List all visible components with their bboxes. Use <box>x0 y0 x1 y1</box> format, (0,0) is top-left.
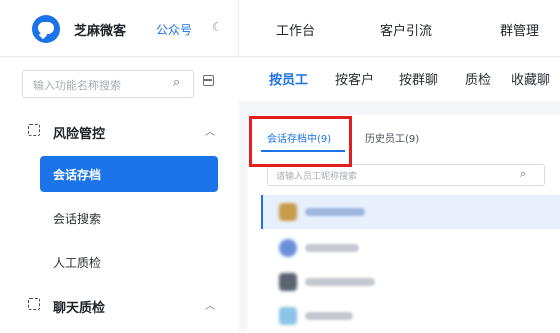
list-item[interactable] <box>261 195 560 229</box>
highlight-annotation-box <box>249 116 352 167</box>
list-item[interactable] <box>261 231 560 265</box>
layout-toggle-icon[interactable] <box>203 75 214 86</box>
sidebar-item-manual-inspection[interactable]: 人工质检 <box>40 244 218 280</box>
sidebar-item-session-archive[interactable]: 会话存档 <box>40 156 218 192</box>
top-nav-workbench[interactable]: 工作台 <box>276 20 315 39</box>
divider <box>238 0 239 56</box>
app-title: 芝麻微客 <box>74 24 127 39</box>
app-logo-icon[interactable] <box>32 15 60 43</box>
list-item[interactable] <box>261 299 560 333</box>
sidebar-item-label: 会话存档 <box>53 168 102 182</box>
sidebar-group-label: 风险管控 <box>53 127 106 142</box>
sidebar-item-label: 会话搜索 <box>53 212 102 226</box>
feature-search-placeholder: 输入功能名称搜索 <box>33 79 121 92</box>
avatar <box>279 273 297 291</box>
chevron-up-icon[interactable]: ︿ <box>205 123 215 138</box>
sidebar-group-risk-control[interactable]: 风险管控 ︿ <box>0 123 238 145</box>
sidebar-item-session-search[interactable]: 会话搜索 <box>40 200 218 236</box>
top-nav-customer-acquisition[interactable]: 客户引流 <box>380 20 432 39</box>
search-icon[interactable]: ⌕ <box>173 75 180 90</box>
avatar <box>279 307 297 325</box>
avatar <box>279 203 297 221</box>
tab-inspection[interactable]: 质检 <box>465 69 491 88</box>
tab-history-employees[interactable]: 历史员工(9) <box>365 130 419 145</box>
feature-search-input[interactable]: 输入功能名称搜索 ⌕ <box>22 70 194 98</box>
tab-favorites[interactable]: 收藏聊 <box>511 69 550 88</box>
list-item[interactable] <box>261 265 560 299</box>
sidebar-group-chat-inspection[interactable]: 聊天质检 ︿ <box>0 297 238 319</box>
tab-by-employee[interactable]: 按员工 <box>269 69 308 88</box>
top-bar: 芝麻微客 公众号 ☾ 工作台 客户引流 群管理 <box>0 0 560 57</box>
search-icon[interactable]: ⌕ <box>520 167 526 181</box>
sidebar-group-label: 聊天质检 <box>53 301 106 316</box>
avatar <box>279 239 297 257</box>
employee-name-blurred <box>305 278 375 286</box>
top-nav-group-management[interactable]: 群管理 <box>500 20 539 39</box>
sub-tab-bar: 按员工 按客户 按群聊 质检 收藏聊 <box>239 57 560 101</box>
sidebar: 输入功能名称搜索 ⌕ 风险管控 ︿ 会话存档 会话搜索 人工质检 聊天质检 ︿ <box>0 57 238 331</box>
employee-name-blurred <box>305 312 353 320</box>
chevron-up-icon[interactable]: ︿ <box>205 297 215 312</box>
employee-search-input[interactable]: 请输入员工昵称搜索 ⌕ <box>267 164 545 186</box>
employee-name-blurred <box>305 244 359 252</box>
chat-inspection-icon <box>28 298 40 310</box>
account-switch-link[interactable]: 公众号 <box>156 21 192 38</box>
tab-by-group-chat[interactable]: 按群聊 <box>399 69 438 88</box>
employee-name-blurred <box>305 208 365 216</box>
moon-icon[interactable]: ☾ <box>212 20 223 34</box>
main-content: 按员工 按客户 按群聊 质检 收藏聊 会话存档中(9) 历史员工(9) 请输入员… <box>239 57 560 331</box>
risk-control-icon <box>28 124 40 136</box>
employee-search-placeholder: 请输入员工昵称搜索 <box>276 172 358 182</box>
sidebar-item-label: 人工质检 <box>53 256 102 270</box>
tab-by-customer[interactable]: 按客户 <box>335 69 374 88</box>
